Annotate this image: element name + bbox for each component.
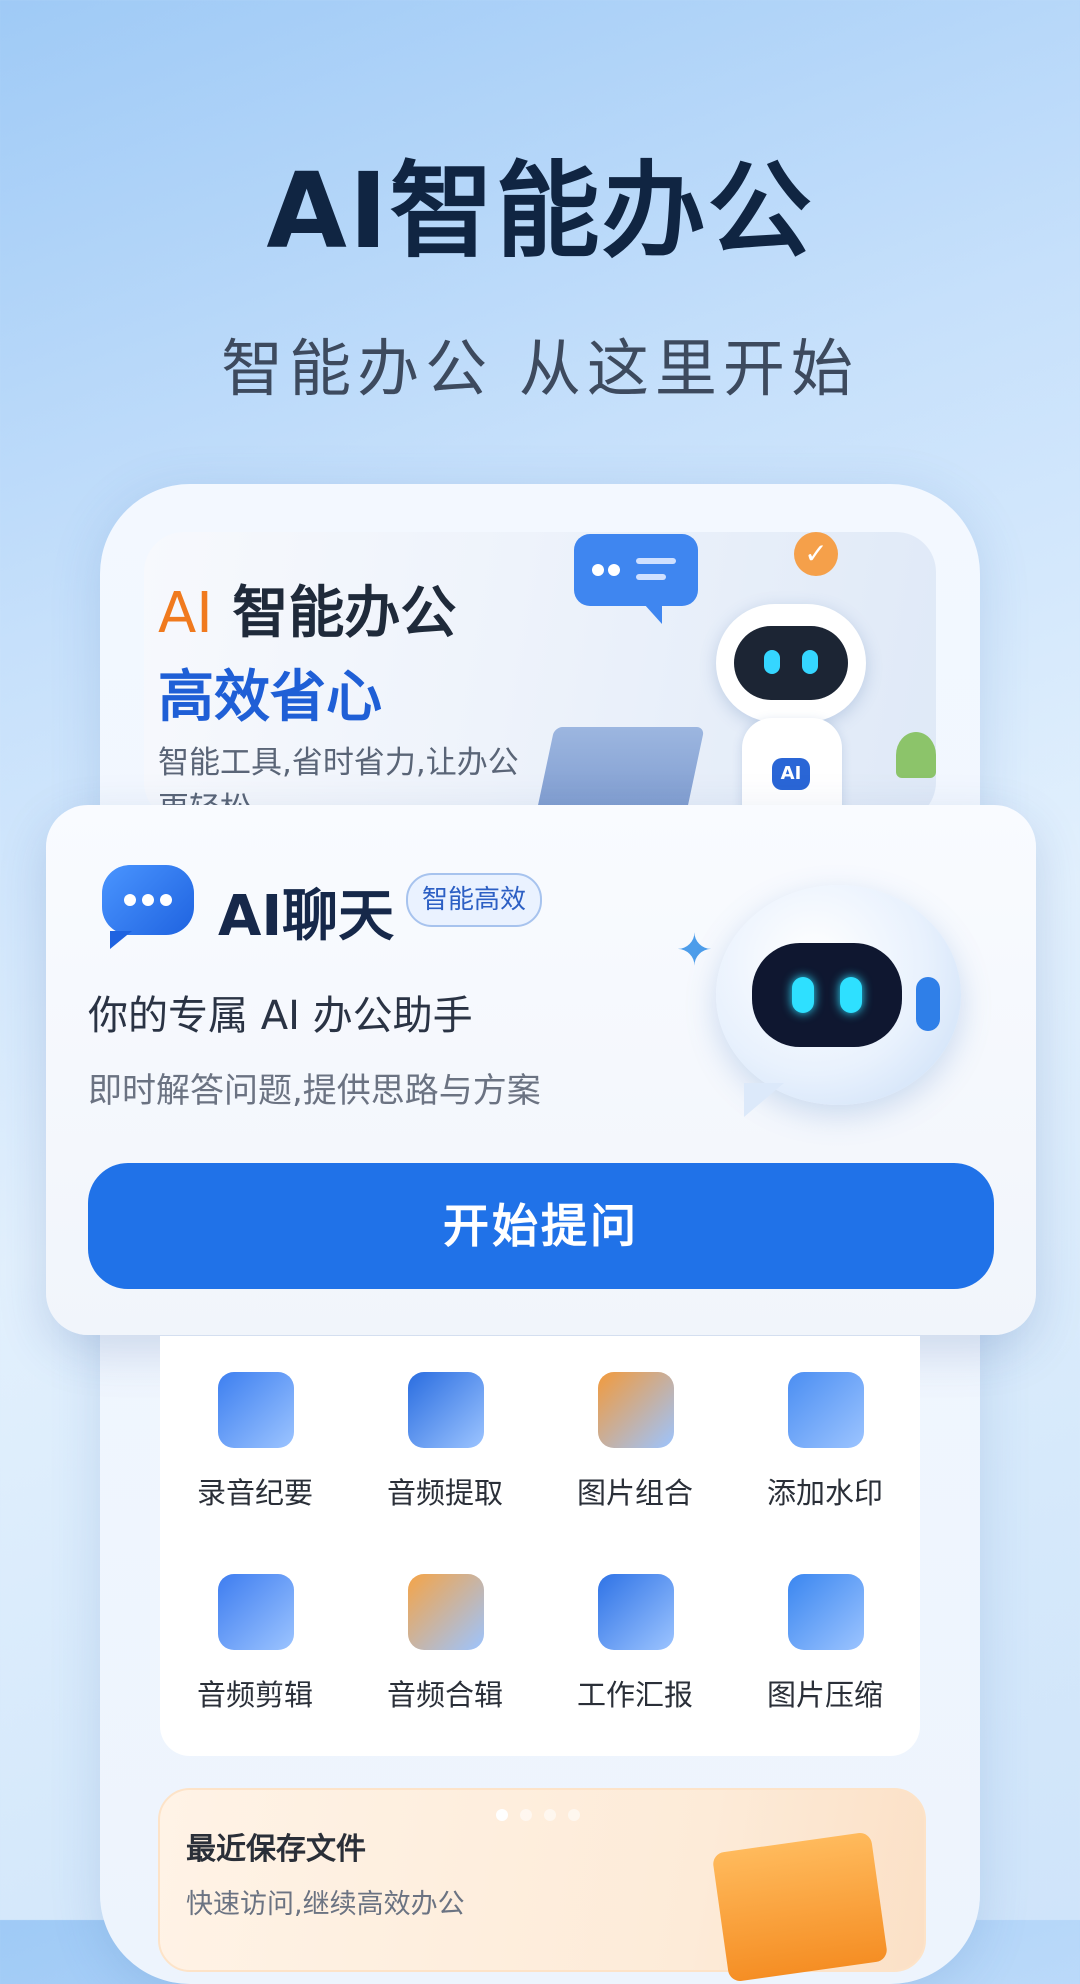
recent-files-subtitle: 快速访问,继续高效办公 (186, 1889, 465, 1920)
recent-files-title: 最近保存文件 (186, 1832, 366, 1867)
tool-work-report[interactable]: 工作汇报 (540, 1538, 730, 1728)
chat-bubble-icon (574, 534, 698, 624)
page-dot[interactable] (544, 1809, 556, 1821)
chat-dot (142, 894, 154, 906)
chat-icon (102, 865, 194, 949)
tool-label: 音频提取 (386, 1476, 503, 1510)
watermark-icon (788, 1372, 864, 1448)
ai-chat-description: 你的专属 AI 办公助手 (88, 993, 473, 1039)
tool-label: 音频合辑 (386, 1678, 503, 1712)
chat-robot-ear (916, 977, 940, 1031)
banner-highlight: 高效省心 (158, 665, 382, 730)
page-dot[interactable] (496, 1809, 508, 1821)
hero-subtitle: 智能办公 从这里开始 (221, 332, 859, 405)
tool-image-combine[interactable]: 图片组合 (540, 1336, 730, 1526)
folder-icon (711, 1831, 889, 1983)
audio-extract-icon (408, 1372, 484, 1448)
start-asking-button[interactable]: 开始提问 (88, 1163, 994, 1289)
page-indicator (496, 1806, 592, 1825)
chat-robot-face (752, 943, 902, 1047)
tool-audio-cut[interactable]: 音频剪辑 (160, 1538, 350, 1728)
robot-eye (802, 650, 818, 674)
tool-image-compress[interactable]: 图片压缩 (730, 1538, 920, 1728)
tool-label: 添加水印 (766, 1476, 883, 1510)
audio-cut-icon (218, 1574, 294, 1650)
chat-robot-icon (716, 885, 961, 1117)
tool-recording-notes[interactable]: 录音纪要 (160, 1336, 350, 1526)
chat-robot-eye (840, 977, 862, 1013)
banner-title-text: 智能办公 (212, 581, 457, 646)
banner-title: AI 智能办公 (158, 568, 456, 649)
tool-watermark[interactable]: 添加水印 (730, 1336, 920, 1526)
tool-label: 图片压缩 (766, 1678, 883, 1712)
recording-notes-icon (218, 1372, 294, 1448)
ai-chat-title: AI聊天 (218, 884, 395, 949)
tool-label: 录音纪要 (196, 1476, 313, 1510)
tool-label: 音频剪辑 (196, 1678, 313, 1712)
tool-label: 工作汇报 (576, 1678, 693, 1712)
robot-mascot-icon (716, 604, 866, 722)
ai-chat-tag: 智能高效 (406, 873, 543, 927)
checkmark-icon: ✓ (794, 532, 838, 576)
ai-chat-subdescription: 即时解答问题,提供思路与方案 (88, 1071, 541, 1111)
audio-merge-icon (408, 1574, 484, 1650)
robot-eye (764, 650, 780, 674)
banner-ai-prefix: AI (158, 581, 213, 646)
robot-ai-badge: AI (772, 758, 810, 790)
sparkle-icon: ✦ (676, 925, 713, 976)
ai-chat-card[interactable]: AI聊天 智能高效 你的专属 AI 办公助手 即时解答问题,提供思路与方案 ✦ … (46, 805, 1036, 1335)
plant-icon (896, 732, 936, 778)
image-combine-icon (598, 1372, 674, 1448)
work-report-icon (598, 1574, 674, 1650)
image-compress-icon (788, 1574, 864, 1650)
page-dot[interactable] (520, 1809, 532, 1821)
promo-banner[interactable]: AI 智能办公 高效省心 智能工具,省时省力,让办公更轻松 ✓ AI (144, 532, 936, 822)
tools-grid: 录音纪要 音频提取 图片组合 添加水印音频剪辑 音频合辑 工作汇报 图片压缩 (160, 1336, 920, 1756)
chat-robot-eye (792, 977, 814, 1013)
robot-face (734, 626, 848, 700)
tool-audio-extract[interactable]: 音频提取 (350, 1336, 540, 1526)
hero-title: AI智能办公 (266, 150, 814, 272)
page-dot[interactable] (568, 1809, 580, 1821)
chat-dot (160, 894, 172, 906)
chat-dot (124, 894, 136, 906)
tool-audio-merge[interactable]: 音频合辑 (350, 1538, 540, 1728)
tool-label: 图片组合 (576, 1476, 693, 1510)
